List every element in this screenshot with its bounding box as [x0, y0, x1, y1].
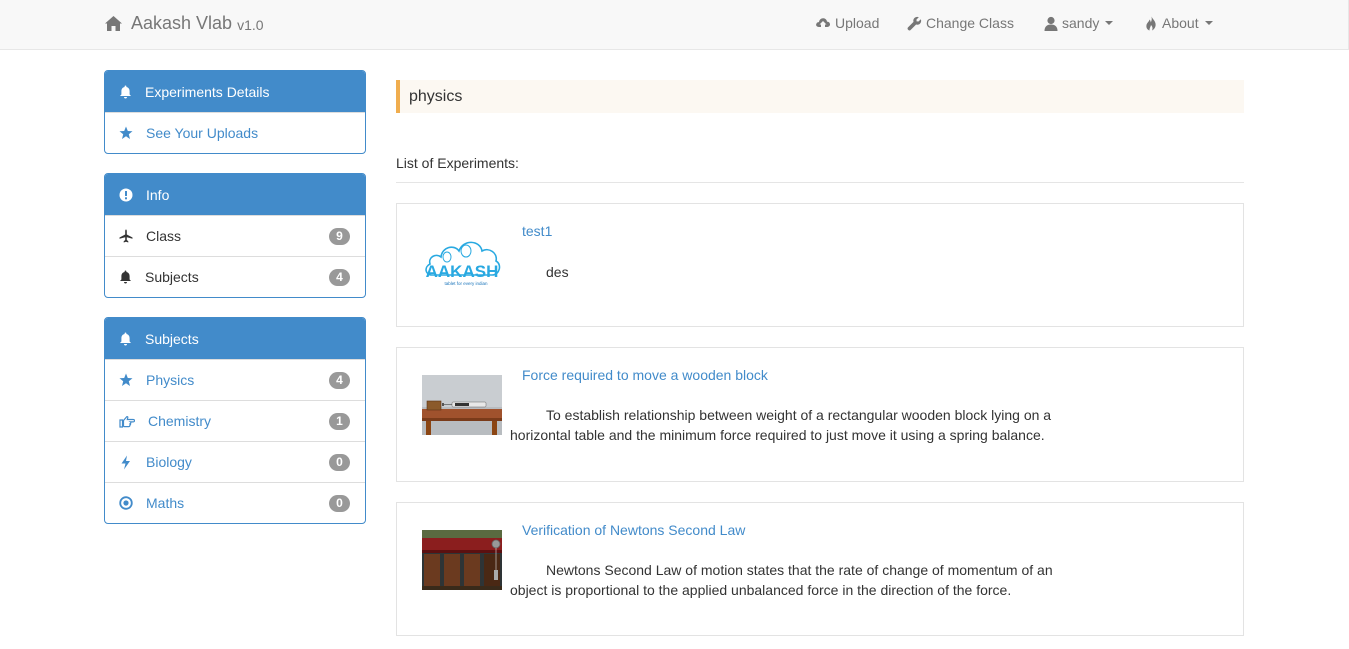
- info-panel-heading: Info: [105, 174, 365, 215]
- experiment-card: AAKASH tablet for every indian test1 des: [396, 203, 1244, 327]
- fire-icon: [1146, 16, 1156, 30]
- record-icon: [119, 496, 133, 510]
- experiments-panel-title: Experiments Details: [145, 83, 270, 100]
- experiment-thumbnail[interactable]: AAKASH tablet for every indian: [422, 231, 502, 291]
- aakash-logo-text: AAKASH: [426, 262, 499, 281]
- user-icon: [1044, 16, 1058, 31]
- count-badge: 0: [329, 495, 350, 512]
- aakash-logo-tagline: tablet for every indian: [444, 281, 488, 286]
- cloud-upload-icon: [816, 18, 831, 27]
- experiment-title-link[interactable]: Force required to move a wooden block: [522, 367, 768, 383]
- experiment-description: des: [546, 264, 569, 280]
- nav-change-class[interactable]: Change Class: [907, 15, 1014, 31]
- experiment-thumbnail[interactable]: [422, 375, 502, 435]
- subjects-panel-heading: Subjects: [105, 318, 365, 359]
- experiment-card: Verification of Newtons Second Law Newto…: [396, 502, 1244, 636]
- divider: [396, 182, 1244, 183]
- chevron-down-icon: [1105, 21, 1114, 25]
- sidebar-item-subjects[interactable]: Subjects 4: [105, 256, 365, 297]
- hand-right-icon: [119, 415, 135, 428]
- sidebar-item-class[interactable]: Class 9: [105, 215, 365, 256]
- star-icon: [119, 126, 133, 139]
- nav-user-menu[interactable]: sandy: [1044, 15, 1114, 31]
- experiments-panel: Experiments Details See Your Uploads: [104, 70, 366, 154]
- experiment-description: Newtons Second Law of motion states that…: [510, 562, 1053, 598]
- sidebar-item-label: Subjects: [145, 269, 199, 285]
- sidebar-item-see-your-uploads[interactable]: See Your Uploads: [105, 112, 365, 153]
- experiments-panel-heading: Experiments Details: [105, 71, 365, 112]
- sidebar-item-chemistry[interactable]: Chemistry 1: [105, 400, 365, 441]
- exclamation-circle-icon: [119, 188, 133, 201]
- sidebar-item-label: Physics: [146, 372, 195, 388]
- star-icon: [119, 373, 133, 386]
- sidebar-item-label: Chemistry: [148, 413, 212, 429]
- sidebar-item-maths[interactable]: Maths 0: [105, 482, 365, 523]
- home-icon: [105, 16, 122, 31]
- bell-icon: [120, 85, 131, 98]
- nav-about-label: About: [1162, 15, 1199, 31]
- plane-icon: [119, 229, 133, 243]
- info-panel: Info Class 9 Subjects 4: [104, 173, 366, 298]
- count-badge: 4: [329, 372, 350, 389]
- nav-user-label: sandy: [1062, 15, 1100, 31]
- experiment-card: Force required to move a wooden block To…: [396, 347, 1244, 482]
- brand-link[interactable]: Aakash Vlab v1.0: [104, 13, 264, 34]
- count-badge: 0: [329, 454, 350, 471]
- count-badge: 1: [329, 413, 350, 430]
- wrench-icon: [907, 16, 922, 30]
- sidebar-item-physics[interactable]: Physics 4: [105, 359, 365, 400]
- experiment-title-link[interactable]: test1: [522, 223, 552, 239]
- count-badge: 9: [329, 228, 350, 245]
- bell-icon: [120, 270, 131, 284]
- sidebar-item-label: See Your Uploads: [146, 125, 259, 141]
- chevron-down-icon: [1204, 21, 1213, 25]
- nav-upload-label: Upload: [835, 15, 880, 31]
- nav-change-class-label: Change Class: [926, 15, 1014, 31]
- top-navbar: Aakash Vlab v1.0 Upload Change Class san…: [0, 0, 1349, 50]
- sidebar-item-label: Biology: [146, 454, 192, 470]
- subjects-panel: Subjects Physics 4 Chemistry 1 Biology 0…: [104, 317, 366, 524]
- count-badge: 4: [329, 269, 350, 286]
- brand-name: Aakash Vlab: [131, 13, 233, 33]
- nav-upload[interactable]: Upload: [815, 15, 879, 31]
- subject-title: physics: [409, 87, 463, 105]
- nav-about-menu[interactable]: About: [1145, 15, 1213, 31]
- bell-icon: [120, 332, 131, 345]
- sidebar-item-biology[interactable]: Biology 0: [105, 441, 365, 482]
- experiment-description: To establish relationship between weight…: [510, 407, 1052, 443]
- info-panel-title: Info: [146, 186, 170, 203]
- sidebar-item-label: Maths: [146, 495, 185, 511]
- flash-icon: [121, 455, 130, 469]
- subject-heading: physics: [396, 80, 1244, 113]
- brand-version: v1.0: [237, 17, 264, 33]
- experiments-list-title: List of Experiments:: [396, 155, 519, 171]
- experiment-thumbnail[interactable]: [422, 530, 502, 590]
- sidebar-item-label: Class: [146, 228, 182, 244]
- subjects-panel-title: Subjects: [145, 330, 199, 347]
- experiment-title-link[interactable]: Verification of Newtons Second Law: [522, 522, 745, 538]
